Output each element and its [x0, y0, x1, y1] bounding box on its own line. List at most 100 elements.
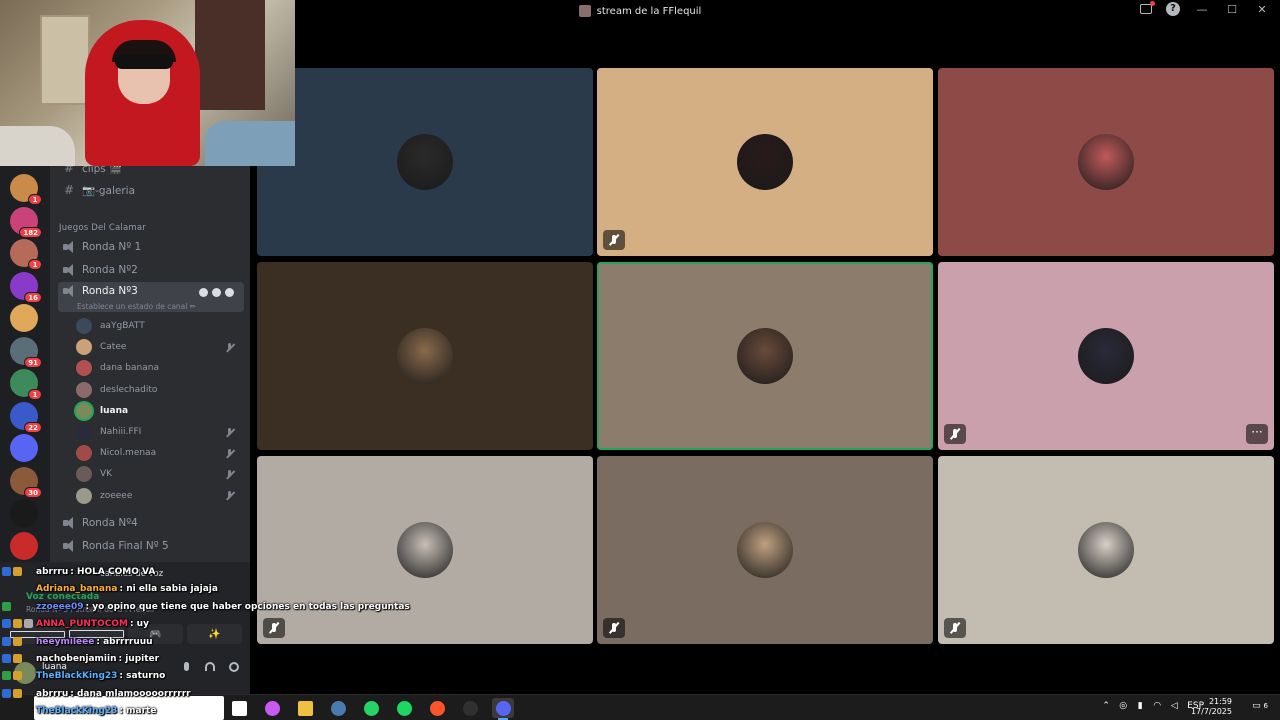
server-icon[interactable]: 16 [10, 271, 42, 303]
unread-badge: 22 [24, 421, 42, 433]
invite-icon[interactable] [212, 288, 221, 297]
help-icon[interactable]: ? [1166, 2, 1180, 16]
server-icon[interactable]: 91 [10, 336, 42, 368]
taskbar-app-file-explorer[interactable] [294, 698, 316, 718]
server-icon[interactable] [10, 434, 38, 462]
unread-badge: 91 [24, 356, 42, 368]
task-view-icon [231, 700, 247, 716]
taskbar-app-spotify[interactable] [393, 698, 415, 718]
participant-tile[interactable] [597, 262, 933, 450]
voice-member[interactable]: zoeeee [76, 486, 244, 506]
participant-avatar [737, 328, 793, 384]
more-options-icon[interactable]: ··· [1246, 424, 1268, 444]
server-icon[interactable]: 30 [10, 466, 42, 498]
voice-member[interactable]: VK [76, 464, 244, 484]
channel-label: Ronda Nº4 [82, 517, 138, 529]
server-icon[interactable]: 182 [10, 206, 42, 238]
voice-member[interactable]: aaYgBATT [76, 316, 244, 336]
participant-avatar [397, 134, 453, 190]
participant-tile[interactable] [257, 456, 593, 644]
network-icon[interactable]: ◎ [1119, 701, 1127, 711]
voice-member[interactable]: Nicol.menaa [76, 443, 244, 463]
clock[interactable]: 21:59 17/7/2025 [1191, 697, 1232, 717]
taskbar-app-task-view[interactable] [228, 698, 250, 718]
participant-avatar [397, 522, 453, 578]
start-button[interactable] [8, 701, 22, 715]
system-tray: ⌃ ◎ ▮ ◠ ◁ ESP [1102, 701, 1204, 711]
voice-member[interactable]: dana banana [76, 358, 244, 378]
microphone-icon[interactable]: ▮ [1136, 701, 1144, 711]
participant-tile[interactable] [938, 68, 1274, 256]
participant-tile[interactable]: ··· [938, 262, 1274, 450]
taskbar-app-discord[interactable] [492, 698, 514, 720]
gear-icon[interactable] [228, 662, 240, 674]
voice-channel-ronda-4[interactable]: Ronda Nº4 [58, 513, 244, 533]
chat-icon[interactable] [199, 288, 208, 297]
voice-channel-path: Ronda Nº 3 / stream de la FFlequil [26, 605, 155, 614]
screen-share-button[interactable] [69, 624, 124, 644]
wifi-icon[interactable]: ◠ [1153, 701, 1161, 711]
taskbar-app-copilot[interactable] [261, 698, 283, 718]
headphones-icon[interactable] [204, 662, 216, 674]
voice-channel-ronda-2[interactable]: Ronda Nº2 [58, 260, 244, 280]
maximize-button[interactable]: ☐ [1224, 3, 1240, 16]
notification-icon: ▭ [1252, 701, 1261, 711]
gear-icon[interactable] [225, 288, 234, 297]
activity-button[interactable]: 🎮 [128, 624, 183, 644]
close-button[interactable]: ✕ [1254, 3, 1270, 16]
voice-channel-ronda-1[interactable]: Ronda Nº 1 [58, 237, 244, 257]
voice-member[interactable]: luana [76, 401, 244, 421]
server-icon[interactable]: 22 [10, 401, 42, 433]
unread-badge: 1 [28, 389, 42, 400]
voice-channel-ronda-final[interactable]: Ronda Final Nº 5 [58, 536, 244, 556]
server-icon[interactable] [10, 499, 38, 527]
participant-tile[interactable] [938, 456, 1274, 644]
discord-icon [495, 700, 511, 716]
microphone-icon[interactable] [180, 662, 192, 674]
notification-button[interactable]: ▭ 6 [1252, 701, 1268, 711]
soundboard-button[interactable]: ✨ [187, 624, 242, 644]
channel-label: 📷-galeria [82, 184, 136, 197]
server-icon[interactable]: 1 [10, 369, 42, 400]
avatar [76, 445, 92, 462]
voice-member[interactable]: Nahiii.FFI [76, 422, 244, 442]
volume-icon[interactable]: ◁ [1170, 701, 1178, 711]
taskbar-app-obs[interactable] [459, 698, 481, 718]
participant-tile[interactable] [257, 68, 593, 256]
participant-tile[interactable] [597, 456, 933, 644]
channel-label: Ronda Nº3 [82, 285, 138, 297]
server-icon[interactable]: 1 [10, 239, 42, 270]
user-panel: luana [0, 656, 250, 694]
brave-icon [429, 700, 445, 716]
member-name: luana [100, 405, 129, 416]
category-juegos-del-calamar[interactable]: Juegos Del Calamar [59, 223, 146, 233]
mic-muted-icon [944, 424, 966, 444]
server-icon[interactable] [10, 531, 38, 560]
voice-member[interactable]: Catee [76, 337, 244, 357]
server-icon[interactable] [10, 304, 38, 332]
user-avatar[interactable] [14, 662, 36, 684]
participant-tile[interactable] [597, 68, 933, 256]
taskbar-search[interactable] [34, 696, 224, 720]
member-name: aaYgBATT [100, 321, 145, 331]
taskbar-app-brave[interactable] [426, 698, 448, 718]
chevron-up-icon[interactable]: ⌃ [1102, 701, 1110, 711]
avatar [76, 466, 92, 483]
voice-connected-status[interactable]: Voz conectada [26, 592, 99, 602]
member-name: Nahiii.FFI [100, 427, 142, 437]
server-icon[interactable]: 1 [10, 174, 42, 205]
voice-member[interactable]: deslechadito [76, 380, 244, 400]
member-name: deslechadito [100, 384, 158, 395]
username: luana [42, 662, 67, 672]
minimize-button[interactable]: — [1194, 3, 1210, 16]
participant-tile[interactable] [257, 262, 593, 450]
webcam-background [195, 0, 265, 110]
camera-button[interactable] [10, 624, 65, 644]
channel-galeria[interactable]: # 📷-galeria [58, 180, 244, 200]
taskbar-app-whatsapp[interactable] [360, 698, 382, 718]
inbox-icon[interactable] [1140, 1, 1155, 14]
channel-status-hint[interactable]: Establece un estado de canal ✏ [77, 302, 196, 311]
avatar [76, 424, 92, 440]
mic-muted-icon [263, 618, 285, 638]
taskbar-app-steam[interactable] [327, 698, 349, 718]
